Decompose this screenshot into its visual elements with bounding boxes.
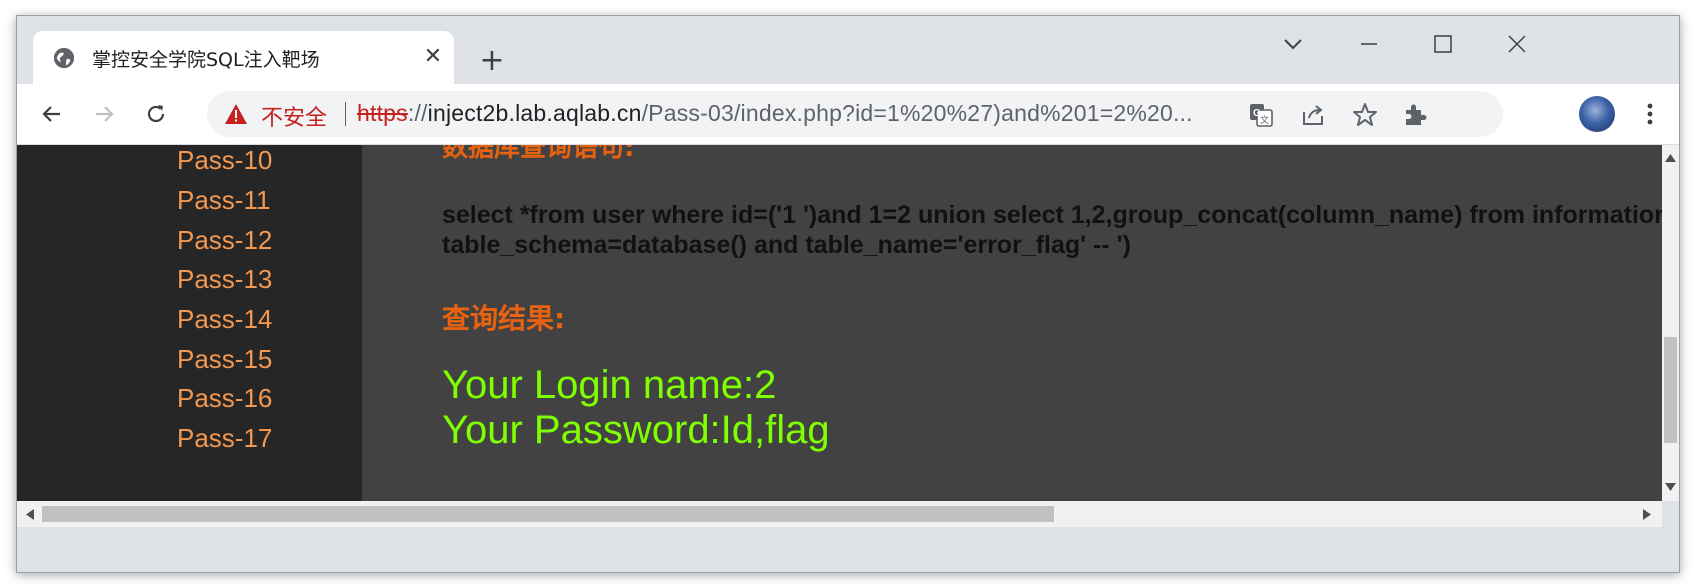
bookmark-button[interactable] — [1351, 101, 1379, 129]
browser-window: 掌控安全学院SQL注入靶场 ✕ + 不安全 https://inject2b.l… — [16, 15, 1680, 573]
share-icon — [1303, 105, 1323, 125]
scroll-right-arrow-icon[interactable] — [1643, 509, 1651, 520]
tab-close-button[interactable]: ✕ — [419, 43, 447, 71]
scroll-down-arrow-icon[interactable] — [1665, 483, 1676, 491]
vertical-scroll-thumb[interactable] — [1664, 337, 1677, 443]
divider — [345, 102, 346, 126]
url-path: /Pass-03/index.php?id=1%20%27)and%201=2%… — [641, 100, 1193, 126]
content-panel: 数据库查询语句: select *from user where id=('1 … — [362, 145, 1662, 509]
share-button[interactable] — [1299, 101, 1327, 129]
arrow-right-icon — [96, 106, 114, 122]
title-bar: 掌控安全学院SQL注入靶场 ✕ + — [17, 16, 1679, 84]
reload-icon — [147, 105, 165, 123]
sql-query-line-1: select *from user where id=('1 ')and 1=2… — [442, 201, 1662, 229]
close-window-button[interactable] — [1493, 26, 1541, 62]
sidebar-item-pass-13[interactable]: Pass-13 — [177, 264, 272, 295]
warning-icon — [225, 104, 247, 124]
maximize-button[interactable] — [1419, 26, 1467, 62]
reload-button[interactable] — [138, 96, 174, 132]
globe-icon — [53, 47, 75, 69]
result-password: Your Password:Id,flag — [442, 408, 830, 452]
maximize-icon — [1434, 35, 1452, 53]
sidebar-item-pass-10[interactable]: Pass-10 — [177, 145, 272, 176]
sidebar-item-pass-17[interactable]: Pass-17 — [177, 423, 272, 454]
more-vert-icon — [1647, 103, 1653, 125]
chevron-down-icon — [1284, 39, 1302, 50]
vertical-scrollbar[interactable] — [1662, 145, 1679, 501]
star-icon — [1353, 103, 1377, 126]
scroll-left-arrow-icon[interactable] — [26, 509, 34, 520]
svg-text:文: 文 — [1260, 114, 1269, 126]
tab-search-button[interactable] — [1269, 26, 1317, 62]
back-button[interactable] — [34, 96, 70, 132]
sidebar-item-pass-12[interactable]: Pass-12 — [177, 225, 272, 256]
sidebar-item-pass-11[interactable]: Pass-11 — [177, 185, 270, 216]
result-login-name: Your Login name:2 — [442, 363, 777, 407]
minimize-icon — [1361, 43, 1377, 45]
tab-title: 掌控安全学院SQL注入靶场 — [92, 49, 320, 71]
horizontal-scrollbar[interactable] — [17, 501, 1662, 527]
query-heading: 数据库查询语句: — [442, 145, 635, 163]
profile-avatar[interactable] — [1579, 96, 1615, 132]
close-icon — [1508, 35, 1526, 53]
minimize-button[interactable] — [1345, 26, 1393, 62]
sql-query-line-2: table_schema=database() and table_name='… — [442, 231, 1131, 259]
url-scheme: https — [357, 100, 408, 126]
translate-icon: G 文 — [1250, 104, 1273, 127]
extensions-button[interactable] — [1397, 96, 1433, 132]
address-bar[interactable]: 不安全 https://inject2b.lab.aqlab.cn/Pass-0… — [207, 91, 1503, 137]
translate-button[interactable]: G 文 — [1247, 101, 1275, 129]
sidebar-item-pass-14[interactable]: Pass-14 — [177, 304, 272, 335]
toolbar: 不安全 https://inject2b.lab.aqlab.cn/Pass-0… — [17, 84, 1679, 145]
url-text[interactable]: https://inject2b.lab.aqlab.cn/Pass-03/in… — [357, 100, 1193, 127]
browser-tab[interactable]: 掌控安全学院SQL注入靶场 ✕ — [33, 31, 454, 84]
scroll-up-arrow-icon[interactable] — [1665, 154, 1676, 162]
forward-button[interactable] — [86, 96, 122, 132]
horizontal-scroll-thumb[interactable] — [42, 506, 1054, 522]
url-separator: :// — [407, 100, 428, 126]
arrow-left-icon — [42, 106, 60, 122]
puzzle-icon — [1406, 104, 1427, 125]
new-tab-button[interactable]: + — [475, 44, 509, 78]
url-host: inject2b.lab.aqlab.cn — [427, 100, 642, 126]
result-heading: 查询结果: — [442, 302, 566, 335]
page-viewport: Pass-10 Pass-11 Pass-12 Pass-13 Pass-14 … — [17, 145, 1662, 527]
security-status-label[interactable]: 不安全 — [261, 100, 327, 132]
sidebar-item-pass-15[interactable]: Pass-15 — [177, 344, 272, 375]
menu-button[interactable] — [1632, 96, 1668, 132]
sidebar: Pass-10 Pass-11 Pass-12 Pass-13 Pass-14 … — [17, 145, 335, 527]
sidebar-item-pass-16[interactable]: Pass-16 — [177, 383, 272, 414]
